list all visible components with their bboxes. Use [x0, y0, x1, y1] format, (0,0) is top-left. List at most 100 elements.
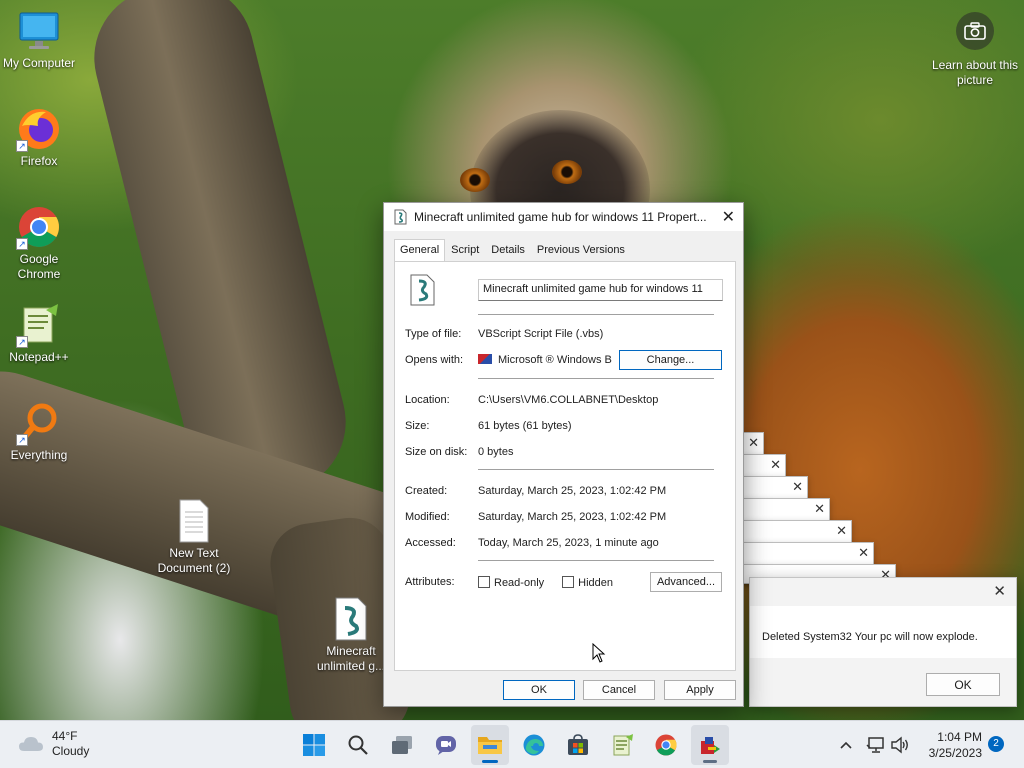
close-icon[interactable]: ✕	[722, 207, 735, 227]
readonly-checkbox[interactable]	[478, 576, 490, 588]
search-icon	[348, 735, 368, 755]
edge-icon	[523, 734, 545, 756]
desktop-icon-label: New Text Document (2)	[157, 546, 231, 575]
tab-general[interactable]: General	[394, 239, 446, 261]
weather-condition: Cloudy	[52, 744, 90, 758]
chrome-taskbar-button[interactable]	[652, 731, 680, 759]
tab-bar: General Script Details Previous Versions	[394, 239, 631, 261]
network-icon	[866, 737, 884, 753]
teams-chat-button[interactable]	[432, 731, 460, 759]
dialog-titlebar[interactable]: Minecraft unlimited game hub for windows…	[384, 203, 743, 231]
search-button[interactable]	[344, 731, 372, 759]
desktop-icon-firefox[interactable]: ↗ Firefox	[0, 106, 78, 169]
size-on-disk-row: Size on disk: 0 bytes	[405, 446, 513, 458]
desktop-icon-google-chrome[interactable]: ↗ Google Chrome	[0, 204, 78, 282]
desktop-icon-label: My Computer	[2, 56, 76, 70]
hidden-checkbox[interactable]	[562, 576, 575, 588]
chevron-up-icon	[840, 741, 852, 749]
opens-value: Microsoft ® Windows B	[478, 354, 612, 366]
ok-button[interactable]: OK	[503, 680, 575, 700]
dialog-title: Minecraft unlimited game hub for windows…	[414, 210, 707, 224]
notification-badge[interactable]: 2	[988, 736, 1004, 752]
readonly-checkbox-group[interactable]: Read-only	[478, 576, 544, 589]
accessed-label: Accessed:	[405, 537, 456, 549]
opens-value-text: Microsoft ® Windows B	[498, 354, 612, 366]
learn-about-picture[interactable]: Learn about this picture	[930, 12, 1020, 88]
vbs-script-icon	[392, 209, 408, 225]
message-text: Deleted System32 Your pc will now explod…	[762, 631, 978, 643]
desktop-icon-my-computer[interactable]: My Computer	[0, 8, 78, 71]
show-hidden-icons-button[interactable]	[832, 731, 860, 759]
created-row: Created: Saturday, March 25, 2023, 1:02:…	[405, 485, 666, 497]
desktop-icon-notepadpp[interactable]: ↗ Notepad++	[0, 302, 78, 365]
start-button[interactable]	[300, 731, 328, 759]
shortcut-arrow-icon: ↗	[16, 140, 28, 152]
divider	[478, 560, 714, 561]
advanced-button[interactable]: Advanced...	[650, 572, 722, 592]
close-icon[interactable]: ✕	[792, 479, 803, 495]
store-button[interactable]	[564, 731, 592, 759]
tab-script[interactable]: Script	[445, 241, 485, 261]
desktop-icon-label: Firefox	[20, 154, 58, 168]
wallpaper-monkey-eye	[460, 168, 490, 192]
modified-label: Modified:	[405, 511, 450, 523]
modified-value: Saturday, March 25, 2023, 1:02:42 PM	[478, 511, 667, 523]
active-indicator	[703, 760, 717, 763]
notepadpp-icon: ↗	[16, 302, 62, 348]
learn-label: Learn about this picture	[931, 58, 1019, 87]
tab-details[interactable]: Details	[485, 241, 531, 261]
folder-icon	[478, 737, 502, 754]
chrome-icon	[655, 734, 677, 756]
cancel-button[interactable]: Cancel	[583, 680, 655, 700]
edge-button[interactable]	[520, 731, 548, 759]
hidden-checkbox-group[interactable]: Hidden	[562, 576, 613, 589]
chrome-icon: ↗	[16, 204, 62, 250]
properties-dialog: Minecraft unlimited game hub for windows…	[383, 202, 744, 707]
notepadpp-taskbar-button[interactable]	[608, 731, 636, 759]
wscript-icon	[701, 737, 720, 754]
weather-widget[interactable]: 44°F Cloudy	[18, 729, 89, 759]
accessed-value: Today, March 25, 2023, 1 minute ago	[478, 537, 659, 549]
clock[interactable]: 1:04 PM 3/25/2023	[920, 729, 982, 761]
close-icon[interactable]: ✕	[814, 501, 825, 517]
desktop-icon-minecraft-vbs[interactable]: Minecraft unlimited g...	[312, 596, 390, 674]
volume-button[interactable]	[886, 731, 914, 759]
file-name-input[interactable]: Minecraft unlimited game hub for windows…	[478, 279, 723, 301]
desktop-icon-new-text-document[interactable]: New Text Document (2)	[155, 498, 233, 576]
notepadpp-icon	[613, 734, 633, 756]
desktop-icon-label: Minecraft unlimited g...	[316, 644, 386, 673]
change-button[interactable]: Change...	[619, 350, 722, 370]
close-icon[interactable]: ✕	[770, 457, 781, 473]
firefox-icon: ↗	[16, 106, 62, 152]
speaker-icon	[891, 736, 908, 754]
size-label: Size:	[405, 420, 430, 432]
created-value: Saturday, March 25, 2023, 1:02:42 PM	[478, 485, 667, 497]
text-file-icon	[171, 498, 217, 544]
task-view-button[interactable]	[388, 731, 416, 759]
size-row: Size: 61 bytes (61 bytes)	[405, 420, 572, 432]
desktop-icon-label: Everything	[10, 448, 68, 462]
taskbar: 44°F Cloudy 1:04 PM 3/25/2023 2	[0, 720, 1024, 768]
close-icon[interactable]: ✕	[993, 582, 1006, 600]
close-icon[interactable]: ✕	[748, 435, 759, 451]
desktop-icon-label: Google Chrome	[17, 252, 61, 281]
file-explorer-button[interactable]	[471, 725, 509, 765]
wscript-taskbar-button[interactable]	[691, 725, 729, 765]
tab-previous-versions[interactable]: Previous Versions	[531, 241, 631, 261]
location-value: C:\Users\VM6.COLLABNET\Desktop	[478, 394, 659, 406]
apply-button[interactable]: Apply	[664, 680, 736, 700]
attributes-label: Attributes:	[405, 576, 455, 588]
size-disk-value: 0 bytes	[478, 446, 514, 458]
cloud-icon	[19, 737, 43, 751]
type-label: Type of file:	[405, 328, 462, 340]
chat-icon	[436, 736, 456, 755]
close-icon[interactable]: ✕	[858, 545, 869, 561]
vbs-script-icon	[407, 274, 437, 306]
close-icon[interactable]: ✕	[836, 523, 847, 539]
mouse-cursor-icon	[592, 643, 606, 663]
message-ok-button[interactable]: OK	[926, 673, 1000, 696]
desktop-icon-everything[interactable]: ↗ Everything	[0, 400, 78, 463]
created-label: Created:	[405, 485, 448, 497]
type-value: VBScript Script File (.vbs)	[478, 328, 604, 340]
message-box: ✕ Deleted System32 Your pc will now expl…	[749, 577, 1017, 707]
